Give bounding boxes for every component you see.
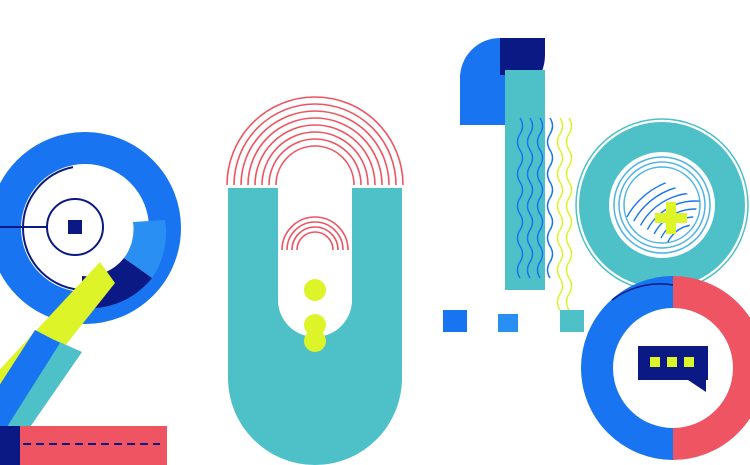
one-base-square-3 (560, 310, 584, 332)
zero-dot-bottom (304, 330, 326, 352)
eight-top-inner-line-1 (613, 156, 711, 254)
speech-dot-1 (650, 357, 660, 367)
plus-vertical (666, 202, 676, 234)
speech-dot-2 (667, 357, 677, 367)
two-target-square (68, 220, 82, 234)
year-2018-artwork (0, 38, 750, 465)
speech-bubble-tail (688, 380, 706, 392)
two-base-coral (0, 426, 167, 465)
one-base-square-1 (443, 310, 467, 332)
digit-eight (575, 118, 750, 460)
one-head-blue-top (460, 38, 500, 78)
one-head-blue (460, 75, 505, 125)
zero-dot-top (304, 279, 326, 301)
digit-one (443, 38, 584, 332)
speech-dot-3 (684, 357, 694, 367)
one-base-square-2 (498, 314, 518, 332)
two-base-navy (0, 426, 20, 465)
digit-two (0, 132, 181, 465)
digit-zero (226, 96, 404, 465)
zero-inner-arcs (281, 216, 349, 251)
